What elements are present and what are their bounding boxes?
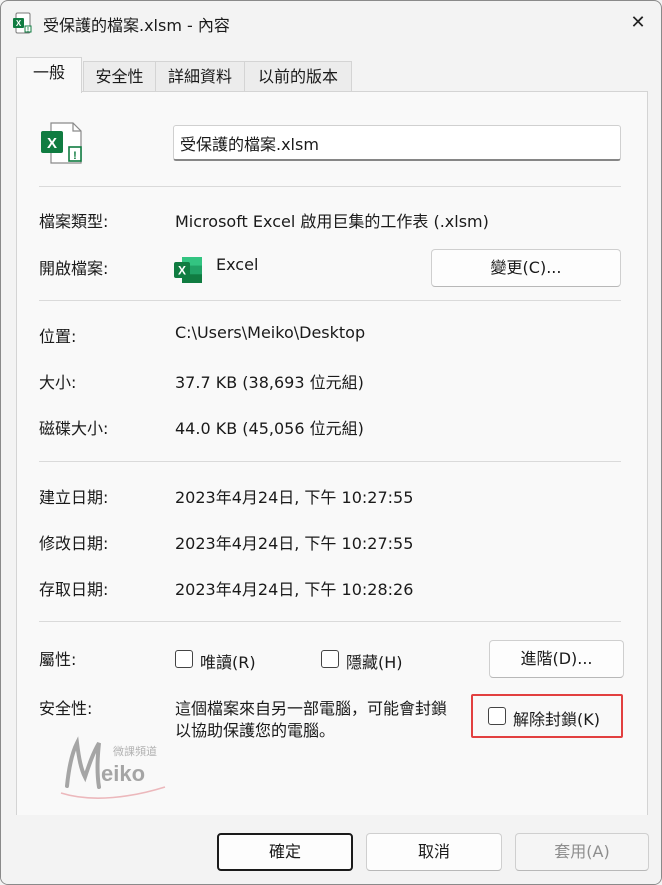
unblock-checkbox-label: 解除封鎖(K) [513,710,600,729]
type-label: 檔案類型: [39,212,109,231]
location-label: 位置: [39,327,77,346]
properties-dialog: X ! 受保護的檔案.xlsm - 內容 ✕ 一般 安全性 詳細資料 以前的版本… [0,0,662,885]
hidden-checkbox-label: 隱藏(H) [346,653,403,672]
opens-with-label: 開啟檔案: [39,259,109,278]
window-title: 受保護的檔案.xlsm - 內容 [43,16,230,35]
size-on-disk-label: 磁碟大小: [39,419,109,438]
dialog-button-bar: 確定 取消 套用(A) [1,815,661,884]
separator [39,186,621,187]
attributes-label: 屬性: [39,650,77,669]
ok-button[interactable]: 確定 [217,833,353,871]
apply-button-label: 套用(A) [554,842,610,861]
close-icon: ✕ [630,12,646,33]
watermark-brand-text: eiko [101,761,146,786]
tab-label: 一般 [32,63,65,82]
svg-text:!: ! [27,28,29,34]
title-bar: X ! 受保護的檔案.xlsm - 內容 ✕ [1,1,661,45]
tab-details[interactable]: 詳細資料 [155,61,245,92]
ok-button-label: 確定 [268,842,301,861]
svg-text:X: X [47,135,57,152]
advanced-button-label: 進階(D)... [520,649,593,668]
hidden-checkbox[interactable] [321,650,339,668]
apply-button[interactable]: 套用(A) [515,833,649,871]
size-value: 37.7 KB (38,693 位元組) [175,373,364,392]
accessed-value: 2023年4月24日, 下午 10:28:26 [175,580,414,599]
svg-text:!: ! [73,150,77,162]
readonly-checkbox-label: 唯讀(R) [200,653,256,672]
accessed-label: 存取日期: [39,580,109,599]
excel-file-icon: X ! [13,12,32,34]
tab-label: 詳細資料 [167,67,232,86]
size-label: 大小: [39,373,77,392]
excel-app-icon: X [174,257,202,283]
modified-label: 修改日期: [39,534,109,553]
unblock-checkbox[interactable] [488,707,506,725]
separator [39,621,621,622]
file-name-input[interactable]: 受保護的檔案.xlsm [173,125,621,161]
svg-text:X: X [178,264,186,278]
separator [39,461,621,462]
size-on-disk-value: 44.0 KB (45,056 位元組) [175,419,364,438]
cancel-button-label: 取消 [417,842,450,861]
tab-security[interactable]: 安全性 [83,61,156,92]
readonly-checkbox[interactable] [175,650,193,668]
cancel-button[interactable]: 取消 [366,833,502,871]
location-value: C:\Users\Meiko\Desktop [175,323,366,342]
watermark-top-text: 微課頻道 [113,745,157,758]
change-button-label: 變更(C)... [490,258,562,277]
type-value: Microsoft Excel 啟用巨集的工作表 (.xlsm) [175,212,489,231]
opens-with-value: Excel [216,255,259,274]
modified-value: 2023年4月24日, 下午 10:27:55 [175,534,414,553]
security-label: 安全性: [39,699,93,718]
created-value: 2023年4月24日, 下午 10:27:55 [175,488,414,507]
tab-previous-versions[interactable]: 以前的版本 [244,61,352,92]
security-message-line1: 這個檔案來自另一部電腦，可能會封鎖 [175,699,448,718]
tab-label: 以前的版本 [257,67,338,86]
svg-text:X: X [16,19,22,28]
created-label: 建立日期: [39,488,109,507]
excel-macro-file-icon: X ! [41,122,82,164]
change-button[interactable]: 變更(C)... [431,249,621,287]
separator [39,300,621,301]
security-message-line2: 以協助保護您的電腦。 [175,721,336,740]
tab-label: 安全性 [95,67,144,86]
advanced-button[interactable]: 進階(D)... [489,640,624,678]
meiko-watermark: 微課頻道 eiko [53,731,173,811]
close-button[interactable]: ✕ [615,1,661,45]
file-name-value: 受保護的檔案.xlsm [180,135,319,154]
tab-general[interactable]: 一般 [16,57,82,93]
